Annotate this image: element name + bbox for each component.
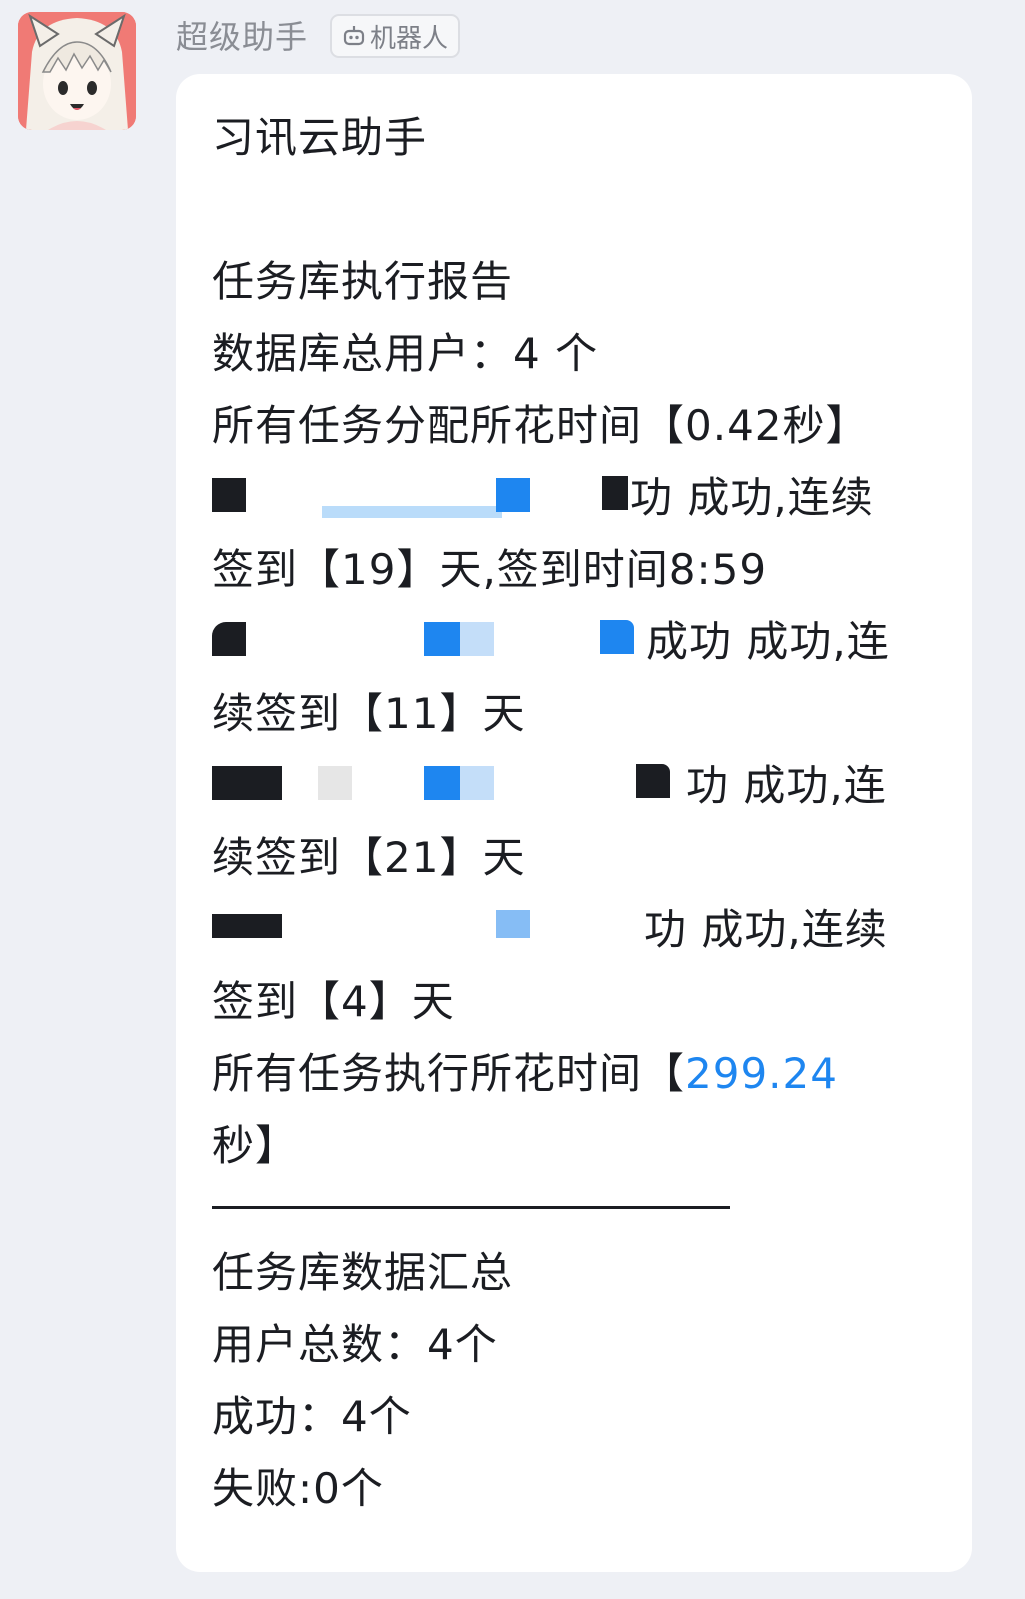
entry-line: 签到【19】天,签到时间8:59 (212, 545, 768, 594)
redaction-block (424, 622, 460, 656)
exec-time-prefix: 所有任务执行所花时间【 (212, 1049, 686, 1098)
report-title: 任务库执行报告 (212, 257, 514, 306)
entry-line: 签到【4】天 (212, 977, 455, 1026)
message-bubble[interactable]: 习讯云助手 任务库执行报告 数据库总用户：4 个 所有任务分配所花时间【0.42… (176, 74, 972, 1572)
entry-line-masked: 功 成功,连 (212, 750, 936, 822)
redaction-block (424, 766, 460, 800)
avatar[interactable] (18, 12, 136, 130)
sender-name[interactable]: 超级助手 (176, 14, 308, 60)
redaction-block (460, 622, 494, 656)
total-users-line: 用户总数：4个 (212, 1320, 498, 1369)
failure-line: 失败:0个 (212, 1464, 384, 1513)
divider (212, 1206, 730, 1209)
anime-catgirl-avatar (18, 12, 136, 130)
success-line: 成功：4个 (212, 1392, 412, 1441)
entry-line-tail: 功 成功,连 (686, 761, 887, 810)
exec-time-value[interactable]: 299.24 (685, 1049, 838, 1098)
entry-line-masked: 功 成功,连续 (212, 894, 936, 966)
bot-badge: 机器人 (330, 14, 461, 58)
redaction-block (322, 506, 502, 518)
message-title: 习讯云助手 (212, 113, 428, 162)
entry-line-tail: 成功 成功,连 (646, 617, 890, 666)
entry-line: 续签到【21】天 (212, 833, 526, 882)
redaction-block (212, 478, 246, 512)
redaction-block (496, 910, 530, 938)
bot-badge-label: 机器人 (370, 23, 449, 54)
entry-line-masked: 成功 成功,连 (212, 606, 936, 678)
redaction-block (636, 764, 670, 798)
redaction-block (318, 766, 352, 800)
entry-line-tail: 功 成功,连续 (630, 473, 874, 522)
robot-icon (343, 26, 365, 46)
redaction-block (212, 766, 282, 800)
redaction-block (212, 622, 246, 656)
redaction-block (460, 766, 494, 800)
redaction-block (602, 476, 628, 510)
entry-line-masked: 功 成功,连续 (212, 462, 936, 534)
redaction-block (496, 478, 530, 512)
summary-title: 任务库数据汇总 (212, 1248, 514, 1297)
exec-time-suffix: 秒】 (212, 1121, 299, 1170)
entry-line: 续签到【11】天 (212, 689, 526, 738)
assign-time-line: 所有任务分配所花时间【0.42秒】 (212, 401, 869, 450)
redaction-block (212, 914, 282, 938)
redaction-block (600, 620, 634, 654)
entry-line-tail: 功 成功,连续 (644, 905, 888, 954)
exec-time-line: 所有任务执行所花时间【299.24 (212, 1038, 936, 1110)
db-users-line: 数据库总用户：4 个 (212, 329, 599, 378)
